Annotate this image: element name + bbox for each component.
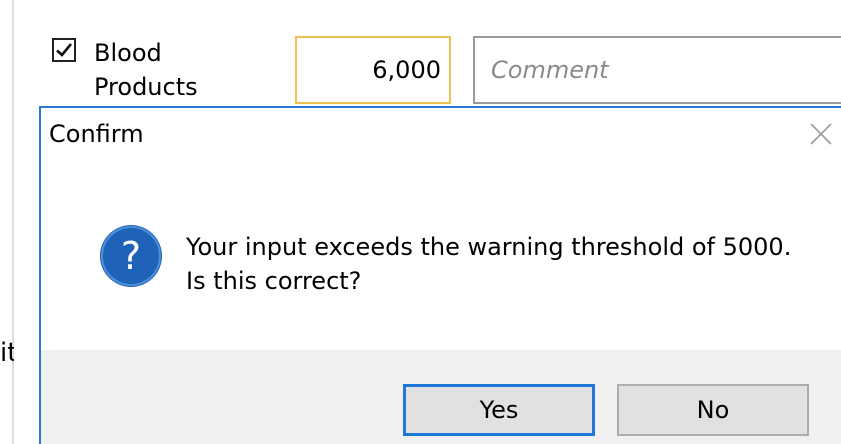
question-icon: ? (98, 223, 164, 289)
background-text-fragment: it (0, 338, 14, 368)
screen: it Blood Products 6,000 Comment Confirm … (0, 0, 841, 444)
dialog-footer: Yes No (41, 350, 841, 444)
no-button[interactable]: No (617, 384, 809, 436)
dialog-message-line1: Your input exceeds the warning threshold… (186, 233, 792, 261)
dialog-message-line2: Is this correct? (186, 267, 362, 295)
blood-products-checkbox[interactable] (52, 38, 76, 62)
blood-products-label-line2: Products (94, 73, 198, 101)
svg-text:?: ? (121, 234, 141, 278)
close-icon[interactable] (803, 116, 839, 152)
amount-input[interactable]: 6,000 (295, 36, 451, 104)
yes-button[interactable]: Yes (403, 384, 595, 436)
dialog-message: Your input exceeds the warning threshold… (186, 230, 791, 298)
checkmark-icon (56, 43, 73, 57)
blood-products-label: Blood Products (94, 36, 264, 104)
blood-products-label-line1: Blood (94, 39, 162, 67)
frame-divider (12, 0, 14, 444)
dialog-title: Confirm (49, 120, 144, 148)
comment-input[interactable]: Comment (473, 36, 841, 104)
confirm-dialog: Confirm ? Your input exceeds the warning… (39, 106, 841, 444)
